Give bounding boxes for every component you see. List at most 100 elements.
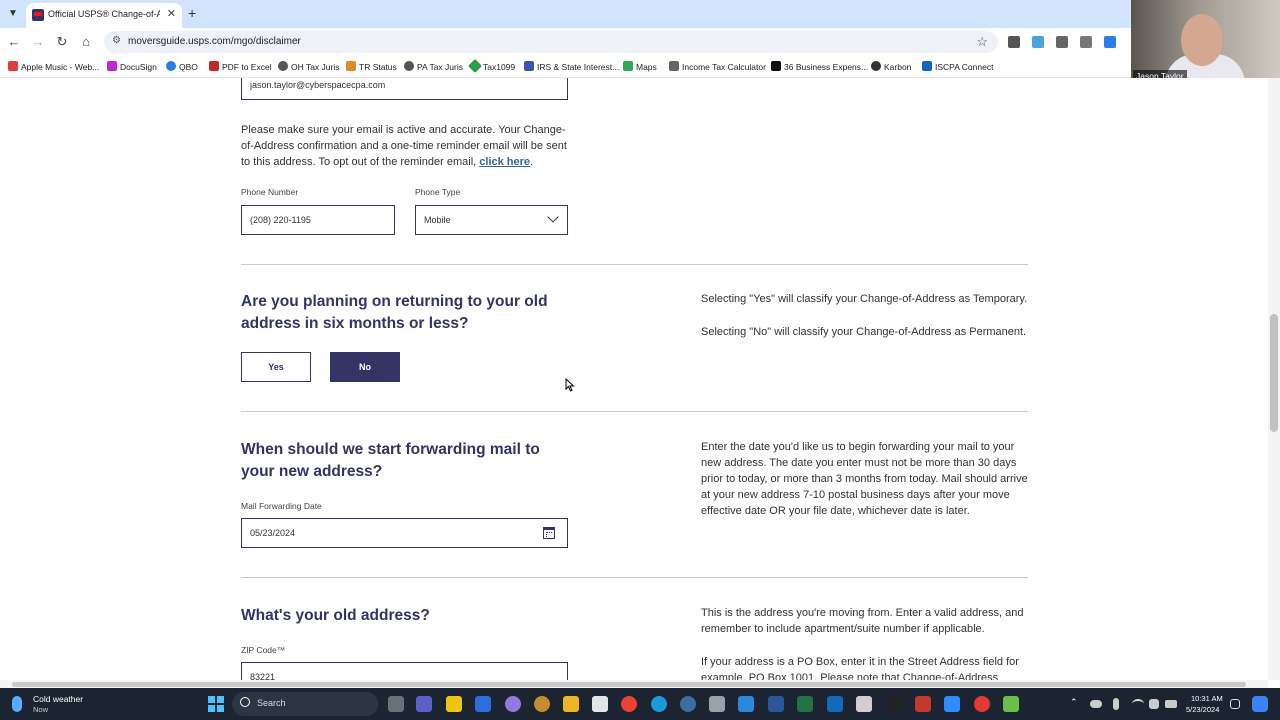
notification-bell-icon[interactable] <box>1230 699 1240 709</box>
tray-chevron-up-icon[interactable]: ⌃ <box>1070 697 1078 708</box>
bookmark-item[interactable]: Income Tax Calculator <box>669 61 766 75</box>
app-icon[interactable] <box>915 696 931 712</box>
search-icon <box>240 697 250 707</box>
word-icon[interactable] <box>768 696 784 712</box>
phone-number-field[interactable]: (208) 220-1195 <box>241 205 395 235</box>
bookmark-item[interactable]: TR Status <box>346 61 397 75</box>
microphone-icon[interactable] <box>1113 698 1119 710</box>
forwarding-date-value: 05/23/2024 <box>250 528 296 538</box>
taskview-icon[interactable] <box>388 696 404 712</box>
teams-icon[interactable] <box>416 696 432 712</box>
new-tab-icon[interactable]: + <box>188 5 196 21</box>
calendar-icon[interactable] <box>543 527 555 539</box>
forwarding-date-note: Enter the date you'd like us to begin fo… <box>701 441 1028 517</box>
weather-title[interactable]: Cold weather <box>33 694 83 704</box>
taskbar-search[interactable]: Search <box>232 692 378 716</box>
phone-type-value: Mobile <box>424 215 451 225</box>
zip-code-field[interactable]: 83221 <box>241 662 568 680</box>
sticky-notes-icon[interactable] <box>446 696 462 712</box>
yes-button[interactable]: Yes <box>241 352 311 382</box>
extension-pen-icon[interactable] <box>1008 36 1020 48</box>
tab-close-icon[interactable]: ✕ <box>167 7 176 20</box>
reload-icon[interactable]: ↻ <box>54 34 70 50</box>
excel-icon[interactable] <box>797 696 813 712</box>
extension-cloud-icon[interactable] <box>1032 36 1044 48</box>
old-address-heading: What's your old address? <box>241 607 430 624</box>
edge-icon[interactable] <box>651 696 667 712</box>
weather-thermometer-icon[interactable] <box>12 696 22 712</box>
copilot-icon[interactable] <box>1252 696 1268 712</box>
po-box-note: If your address is a PO Box, enter it in… <box>701 656 1019 680</box>
chrome-icon[interactable] <box>621 696 637 712</box>
file-explorer-icon[interactable] <box>563 696 579 712</box>
app-icon[interactable] <box>592 696 608 712</box>
phone-type-select[interactable]: Mobile <box>415 205 568 235</box>
app-icon[interactable] <box>974 696 990 712</box>
usps-favicon-icon <box>32 9 44 21</box>
bookmark-item[interactable]: DocuSign <box>107 61 157 75</box>
battery-icon[interactable] <box>1165 700 1177 708</box>
bookmark-icon <box>209 61 219 71</box>
bookmark-item[interactable]: IRS & State Interest... <box>524 61 619 75</box>
site-info-icon[interactable]: ⚙ <box>112 35 121 46</box>
x-app-icon[interactable] <box>475 696 491 712</box>
extension-facebook-icon[interactable] <box>1056 36 1068 48</box>
section-divider <box>241 411 1028 412</box>
bookmark-item[interactable]: PA Tax Juris <box>404 61 463 75</box>
bookmark-item[interactable]: ISCPA Connect <box>922 61 993 75</box>
bookmark-item[interactable]: Karbon <box>871 61 911 75</box>
forwarding-date-field[interactable]: 05/23/2024 <box>241 518 568 548</box>
tab-title: Official USPS® Change-of-Ad <box>48 9 160 19</box>
bookmark-item[interactable]: OH Tax Juris <box>278 61 340 75</box>
horizontal-scrollbar[interactable] <box>0 680 1268 688</box>
tab-search-chevron-icon[interactable]: ▼ <box>4 5 22 23</box>
horizontal-scroll-thumb[interactable] <box>12 682 1246 687</box>
onedrive-icon[interactable] <box>1090 700 1102 708</box>
permanent-note: Selecting "No" will classify your Change… <box>701 326 1027 338</box>
windows-start-icon[interactable] <box>208 696 224 712</box>
bookmark-item[interactable]: QBO <box>166 61 198 75</box>
app-icon[interactable] <box>856 696 872 712</box>
windows-taskbar: Cold weather Now Search ⌃ 10:31 AM 5/23/… <box>0 688 1280 720</box>
bookmark-star-icon[interactable]: ☆ <box>976 34 988 50</box>
browser-tab-usps[interactable]: Official USPS® Change-of-Ad ✕ <box>26 3 182 28</box>
app-icon[interactable] <box>709 696 725 712</box>
bookmark-icon <box>8 61 18 71</box>
back-arrow-icon[interactable]: ← <box>6 34 22 49</box>
taskbar-time[interactable]: 10:31 AM <box>1191 694 1223 703</box>
zip-code-label: ZIP Code™ <box>241 645 286 655</box>
forward-arrow-icon[interactable]: → <box>30 34 46 49</box>
outlook-icon[interactable] <box>827 696 843 712</box>
no-button[interactable]: No <box>330 352 400 382</box>
bookmark-item[interactable]: Apple Music - Web... <box>8 61 99 75</box>
bookmark-icon <box>404 61 414 71</box>
app-icon[interactable] <box>1003 696 1019 712</box>
app-icon[interactable] <box>885 696 901 712</box>
taskbar-date[interactable]: 5/23/2024 <box>1186 705 1219 714</box>
extension-profile-icon[interactable] <box>1104 36 1116 48</box>
old-address-note: This is the address you're moving from. … <box>701 607 1024 635</box>
opt-out-link[interactable]: click here <box>479 156 530 168</box>
calculator-icon[interactable] <box>738 696 754 712</box>
vertical-scroll-thumb[interactable] <box>1270 314 1278 432</box>
settings-app-icon[interactable] <box>505 696 521 712</box>
bookmark-icon <box>107 61 117 71</box>
phone-type-label: Phone Type <box>415 187 461 197</box>
bookmark-item[interactable]: Tax1099 <box>467 58 515 75</box>
app-icon[interactable] <box>680 696 696 712</box>
return-question-heading: Are you planning on returning to your ol… <box>241 293 548 332</box>
app-icon[interactable] <box>534 696 550 712</box>
vertical-scrollbar[interactable] <box>1268 78 1280 680</box>
url-text[interactable]: moversguide.usps.com/mgo/disclaimer <box>128 36 301 47</box>
zoom-icon[interactable] <box>944 696 960 712</box>
mouse-cursor-icon <box>565 378 575 392</box>
email-field[interactable]: jason.taylor@cyberspacecpa.com <box>241 78 568 100</box>
wifi-icon[interactable] <box>1132 699 1144 709</box>
volume-icon[interactable] <box>1149 699 1159 709</box>
bookmark-item[interactable]: PDF to Excel <box>209 61 272 75</box>
address-bar[interactable]: ⚙ moversguide.usps.com/mgo/disclaimer ☆ <box>104 31 998 53</box>
extension-puzzle-icon[interactable] <box>1080 36 1092 48</box>
bookmark-item[interactable]: 36 Business Expens... <box>771 61 868 75</box>
home-icon[interactable]: ⌂ <box>78 34 94 49</box>
bookmark-item[interactable]: Maps <box>623 61 657 75</box>
